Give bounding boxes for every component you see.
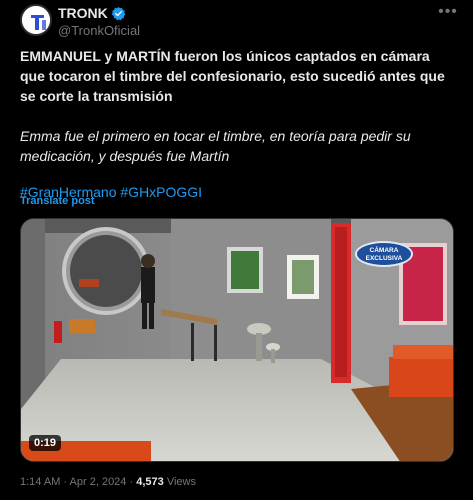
video-player[interactable]: CÁMARA EXCLUSIVA 0:19 bbox=[20, 218, 454, 462]
tweet-paragraph-1: EMMANUEL y MARTÍN fueron los únicos capt… bbox=[20, 48, 445, 104]
tronk-logo-icon bbox=[22, 6, 50, 34]
tweet-text: EMMANUEL y MARTÍN fueron los únicos capt… bbox=[20, 46, 450, 202]
name-row: TRONK bbox=[58, 5, 126, 21]
tweet-header: TRONK @TronkOficial ••• bbox=[20, 4, 460, 40]
tweet-meta: 1:14 AM · Apr 2, 2024 · 4,573 Views bbox=[20, 476, 196, 488]
video-duration: 0:19 bbox=[29, 435, 62, 451]
display-name[interactable]: TRONK bbox=[58, 5, 108, 21]
tweet-paragraph-2: Emma fue el primero en tocar el timbre, … bbox=[20, 128, 411, 164]
handle[interactable]: @TronkOficial bbox=[58, 23, 140, 38]
post-date[interactable]: Apr 2, 2024 bbox=[70, 476, 127, 488]
views-label: Views bbox=[166, 476, 196, 488]
avatar[interactable] bbox=[20, 4, 52, 36]
verified-badge-icon bbox=[111, 6, 126, 20]
camara-exclusiva-badge: CÁMARA EXCLUSIVA bbox=[355, 241, 413, 267]
badge-line-1: CÁMARA bbox=[369, 247, 399, 254]
meta-separator: · bbox=[63, 476, 68, 488]
badge-line-2: EXCLUSIVA bbox=[365, 255, 403, 262]
hashtag-link[interactable]: #GHxPOGGI bbox=[120, 184, 202, 200]
views-count: 4,573 bbox=[136, 476, 164, 488]
meta-separator: · bbox=[129, 476, 134, 488]
post-time[interactable]: 1:14 AM bbox=[20, 476, 60, 488]
translate-post-link[interactable]: Translate post bbox=[20, 195, 95, 207]
more-icon[interactable]: ••• bbox=[436, 4, 460, 22]
